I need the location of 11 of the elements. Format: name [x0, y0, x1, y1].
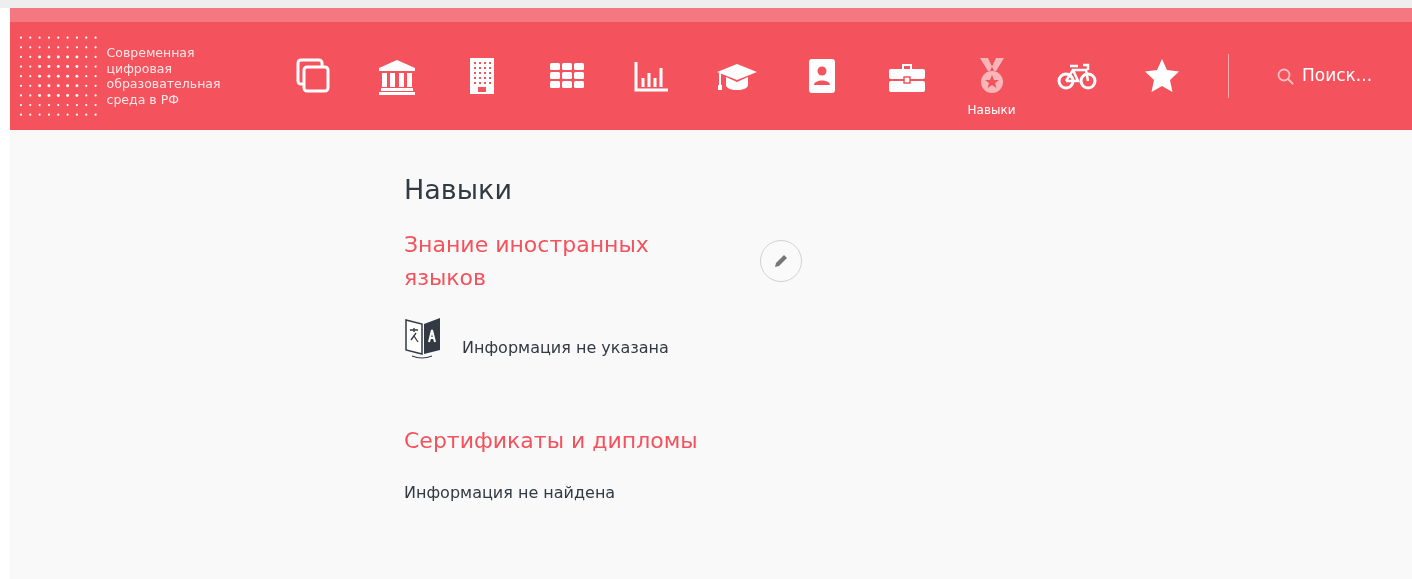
- empty-message: Информация не указана: [462, 337, 669, 360]
- search-icon: [1277, 67, 1294, 85]
- page-title: Навыки: [404, 174, 513, 207]
- edit-button[interactable]: [760, 240, 802, 283]
- brand-name: Современная цифровая образовательная среда в РФ: [106, 45, 222, 107]
- section-title: Сертификаты и дипломы: [404, 427, 699, 456]
- logo-dots-icon: [18, 34, 99, 118]
- section-title: Знание иностранных языков: [404, 231, 650, 293]
- search-field[interactable]: Поиск...: [1302, 63, 1412, 89]
- empty-message: Информация не найдена: [404, 482, 616, 505]
- nav-tab[interactable]: Навыки: [949, 22, 1034, 130]
